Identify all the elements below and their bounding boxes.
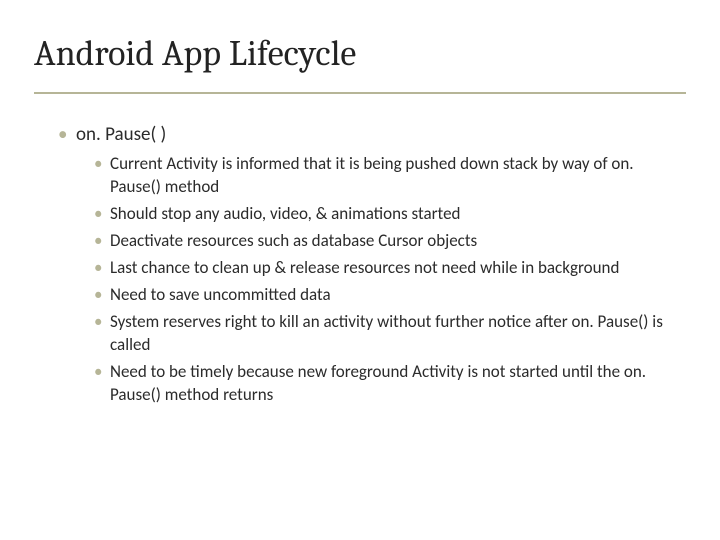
slide-title: Android App Lifecycle: [0, 0, 720, 84]
list-item: System reserves right to kill an activit…: [94, 311, 670, 357]
list-item: Current Activity is informed that it is …: [94, 153, 670, 199]
list-item-label: Need to save uncommitted data: [110, 284, 331, 305]
bullet-list-level2: Current Activity is informed that it is …: [94, 153, 670, 406]
list-item-label: Last chance to clean up & release resour…: [110, 257, 619, 278]
list-item-label: System reserves right to kill an activit…: [110, 311, 663, 355]
list-item: Need to save uncommitted data: [94, 284, 670, 307]
list-item-label: on. Pause( ): [76, 123, 166, 146]
list-item: Need to be timely because new foreground…: [94, 361, 670, 407]
slide-body: on. Pause( ) Current Activity is informe…: [0, 94, 720, 407]
list-item: on. Pause( ) Current Activity is informe…: [58, 122, 670, 407]
list-item: Should stop any audio, video, & animatio…: [94, 203, 670, 226]
list-item: Deactivate resources such as database Cu…: [94, 230, 670, 253]
list-item-label: Need to be timely because new foreground…: [110, 361, 646, 405]
bullet-list-level1: on. Pause( ) Current Activity is informe…: [58, 122, 670, 407]
list-item-label: Deactivate resources such as database Cu…: [110, 230, 477, 251]
list-item: Last chance to clean up & release resour…: [94, 257, 670, 280]
slide: Android App Lifecycle on. Pause( ) Curre…: [0, 0, 720, 540]
list-item-label: Current Activity is informed that it is …: [110, 153, 634, 197]
list-item-label: Should stop any audio, video, & animatio…: [110, 203, 460, 224]
